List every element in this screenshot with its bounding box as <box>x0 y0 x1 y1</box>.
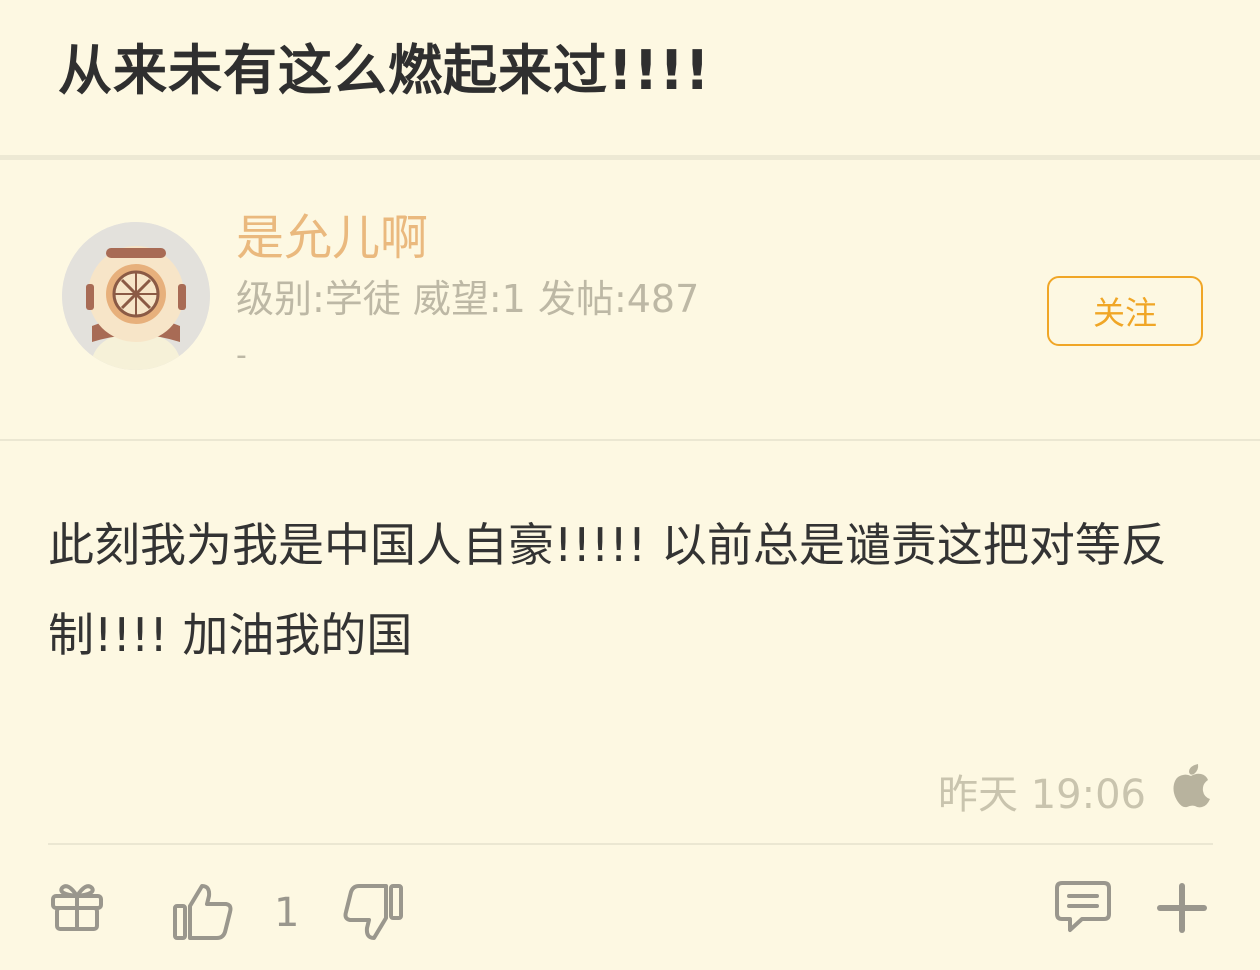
thread-title: 从来未有这么燃起来过!!!! <box>58 39 711 102</box>
header-divider <box>0 439 1260 441</box>
plus-icon[interactable] <box>1156 882 1208 934</box>
thumbs-up-icon[interactable] <box>172 882 234 942</box>
post-time: 昨天 19:06 <box>938 772 1146 818</box>
footer-divider <box>48 843 1213 845</box>
title-divider <box>0 155 1260 160</box>
author-stats: 级别:学徒 威望:1 发帖:487 <box>236 277 700 321</box>
author-name[interactable]: 是允儿啊 <box>236 198 428 268</box>
apple-icon <box>1173 764 1210 808</box>
gift-icon[interactable] <box>50 880 104 932</box>
comment-icon[interactable] <box>1054 880 1112 934</box>
author-extra: - <box>236 338 247 373</box>
like-count: 1 <box>274 890 300 936</box>
post-body: 此刻我为我是中国人自豪!!!!! 以前总是谴责这把对等反制!!!! 加油我的国 <box>48 518 1167 662</box>
diver-helmet-avatar-icon <box>62 222 210 370</box>
thumbs-down-icon[interactable] <box>342 882 404 942</box>
follow-button[interactable]: 关注 <box>1047 276 1203 346</box>
avatar[interactable] <box>62 222 210 370</box>
